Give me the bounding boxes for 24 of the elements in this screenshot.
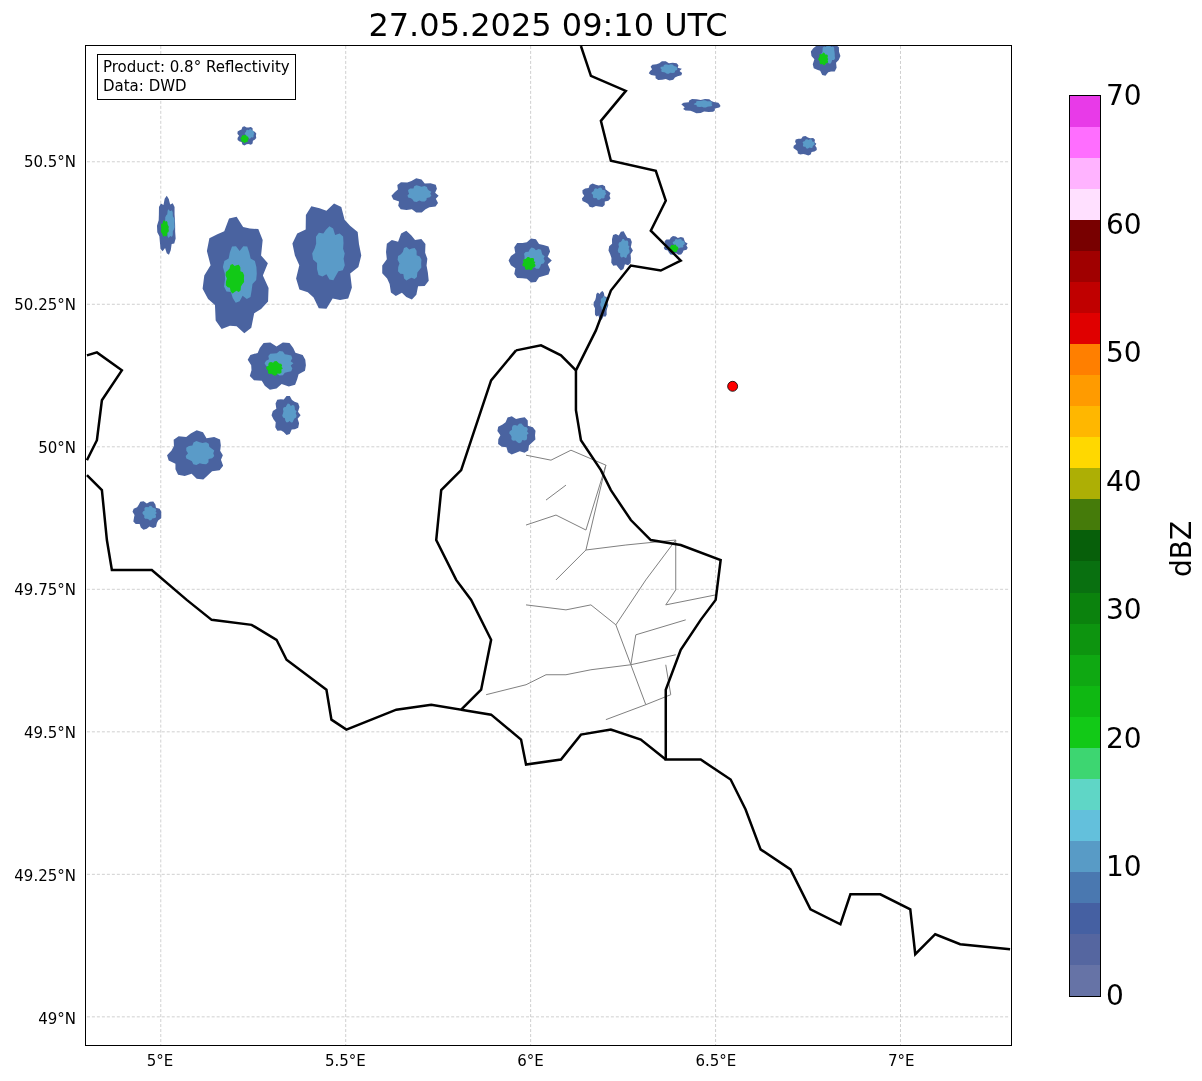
info-text: Product: 0.8° Reflectivity bbox=[103, 58, 290, 77]
latitude-label: 50.25°N bbox=[14, 295, 76, 314]
longitude-label: 7°E bbox=[887, 1052, 915, 1070]
colorbar-tick-label: 0 bbox=[1106, 981, 1124, 1011]
colorbar-tick-label: 10 bbox=[1106, 852, 1142, 883]
latitude-label: 49.25°N bbox=[14, 867, 76, 885]
info-text: Data: DWD bbox=[103, 77, 188, 96]
colorbar-tick-label: 20 bbox=[1106, 723, 1142, 754]
longitude-label: 5.5°E bbox=[324, 1052, 366, 1070]
colorbar-tick-label: 60 bbox=[1106, 209, 1142, 240]
colorbar-tick-label: 40 bbox=[1106, 466, 1142, 497]
colorbar-label: dBZ bbox=[1165, 519, 1198, 577]
longitude-label: 5°E bbox=[146, 1052, 174, 1070]
longitude-label: 6°E bbox=[517, 1052, 544, 1070]
latitude-label: 50.5°N bbox=[23, 153, 76, 171]
latitude-label: 49.5°N bbox=[23, 724, 76, 743]
latitude-label: 50°N bbox=[38, 438, 76, 457]
latitude-label: 49.75°N bbox=[14, 581, 76, 600]
chart-title: 27.05.2025 09:10 UTC bbox=[367, 5, 729, 45]
latitude-label: 49°N bbox=[38, 1009, 76, 1028]
colorbar-tick-label: 30 bbox=[1106, 595, 1142, 626]
longitude-label: 6.5°E bbox=[695, 1052, 737, 1070]
colorbar-tick-label: 70 bbox=[1106, 81, 1142, 111]
colorbar-tick-label: 50 bbox=[1106, 338, 1142, 369]
